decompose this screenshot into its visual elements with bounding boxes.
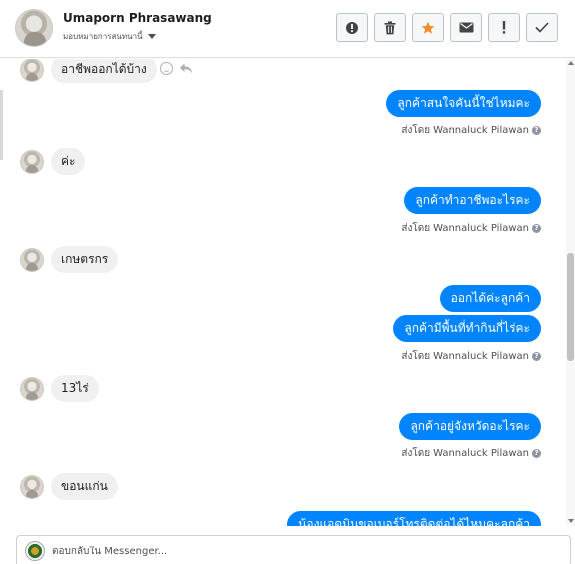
header-toolbar: [336, 13, 558, 42]
sent-by-name: Wannaluck Pilawan: [433, 448, 529, 459]
message-incoming: ขอนแก่น: [20, 473, 118, 500]
trash-icon: [384, 20, 396, 35]
sent-by-name: Wannaluck Pilawan: [433, 125, 529, 136]
message-incoming: เกษตรกร: [20, 246, 119, 273]
message-bubble[interactable]: ลูกค้ามีพื้นที่ทำกินกี่ไร่คะ: [393, 315, 541, 342]
message-outgoing: ลูกค้าทำอาชีพอะไรคะ: [404, 187, 541, 214]
reply-input[interactable]: [52, 545, 532, 557]
check-icon: [535, 22, 549, 33]
contact-avatar[interactable]: [15, 9, 53, 47]
sent-by-label: ส่งโดย Wannaluck Pilawan ?: [401, 349, 541, 364]
message-outgoing: ลูกค้าสนใจคันนี้ใช่ไหมคะ: [386, 90, 541, 117]
spam-button[interactable]: [488, 13, 520, 42]
info-icon[interactable]: ?: [532, 352, 541, 361]
message-outgoing: น้องแอดมินขอเบอร์โทรติดต่อได้ไหมคะลูกค้า: [287, 511, 541, 526]
smile-icon[interactable]: [160, 62, 173, 75]
message-bubble[interactable]: น้องแอดมินขอเบอร์โทรติดต่อได้ไหมคะลูกค้า: [287, 511, 541, 526]
assign-conversation-label: มอบหมายการสนทนานี้: [63, 32, 143, 41]
mail-icon: [459, 22, 474, 33]
message-actions: [160, 59, 193, 78]
message-bubble[interactable]: อาชีพออกได้บ้าง: [51, 59, 157, 83]
exclamation-icon: [502, 21, 506, 34]
message-outgoing: ลูกค้าอยู่จังหวัดอะไรคะ: [399, 413, 541, 440]
page-avatar: [25, 541, 45, 561]
info-icon[interactable]: ?: [532, 126, 541, 135]
message-bubble[interactable]: 13ไร่: [51, 375, 99, 402]
contact-name[interactable]: Umaporn Phrasawang: [63, 11, 212, 25]
reply-icon[interactable]: [179, 59, 193, 78]
message-bubble[interactable]: ค่ะ: [51, 148, 86, 175]
contact-avatar-small: [20, 247, 44, 272]
info-icon[interactable]: ?: [532, 224, 541, 233]
message-incoming: ค่ะ: [20, 148, 86, 175]
sent-by-name: Wannaluck Pilawan: [433, 223, 529, 234]
conversation-header: Umaporn Phrasawang มอบหมายการสนทนานี้: [0, 0, 575, 58]
message-thread[interactable]: อาชีพออกได้บ้าง ลูกค้าสนใจคันนี้ใช่ไหมคะ…: [0, 59, 575, 526]
sent-by-prefix: ส่งโดย: [401, 351, 431, 362]
contact-avatar-small: [20, 376, 44, 401]
sent-by-label: ส่งโดย Wannaluck Pilawan ?: [401, 123, 541, 138]
message-outgoing: ออกได้ค่ะลูกค้า: [439, 285, 541, 312]
chevron-down-icon: [147, 34, 156, 39]
message-bubble[interactable]: ขอนแก่น: [51, 473, 118, 500]
sent-by-prefix: ส่งโดย: [401, 125, 431, 136]
report-icon: [345, 21, 359, 35]
left-panel-edge: [0, 90, 3, 160]
contact-avatar-small: [20, 149, 44, 174]
reply-composer: [16, 535, 571, 564]
messenger-conversation-panel: Umaporn Phrasawang มอบหมายการสนทนานี้ อา…: [0, 0, 575, 564]
mark-done-button[interactable]: [526, 13, 558, 42]
message-bubble[interactable]: ลูกค้าสนใจคันนี้ใช่ไหมคะ: [386, 90, 541, 117]
message-bubble[interactable]: ลูกค้าทำอาชีพอะไรคะ: [404, 187, 541, 214]
info-icon[interactable]: ?: [532, 449, 541, 458]
message-bubble[interactable]: เกษตรกร: [51, 246, 119, 273]
message-bubble[interactable]: ลูกค้าอยู่จังหวัดอะไรคะ: [399, 413, 541, 440]
message-incoming: อาชีพออกได้บ้าง: [20, 59, 193, 83]
delete-button[interactable]: [374, 13, 406, 42]
star-icon: [421, 21, 435, 35]
contact-avatar-small: [20, 59, 44, 82]
thread-scrollbar[interactable]: [566, 59, 575, 526]
message-incoming: 13ไร่: [20, 375, 99, 402]
report-button[interactable]: [336, 13, 368, 42]
scroll-thumb[interactable]: [567, 253, 574, 361]
sent-by-name: Wannaluck Pilawan: [433, 351, 529, 362]
sent-by-prefix: ส่งโดย: [401, 223, 431, 234]
message-outgoing: ลูกค้ามีพื้นที่ทำกินกี่ไร่คะ: [393, 315, 541, 342]
scroll-down-icon[interactable]: [568, 519, 574, 523]
star-button[interactable]: [412, 13, 444, 42]
sent-by-prefix: ส่งโดย: [401, 448, 431, 459]
message-bubble[interactable]: ออกได้ค่ะลูกค้า: [439, 285, 541, 312]
assign-conversation-dropdown[interactable]: มอบหมายการสนทนานี้: [63, 30, 156, 43]
sent-by-label: ส่งโดย Wannaluck Pilawan ?: [401, 446, 541, 461]
scroll-up-icon[interactable]: [568, 61, 574, 65]
mark-unread-button[interactable]: [450, 13, 482, 42]
contact-avatar-small: [20, 474, 44, 499]
sent-by-label: ส่งโดย Wannaluck Pilawan ?: [401, 221, 541, 236]
